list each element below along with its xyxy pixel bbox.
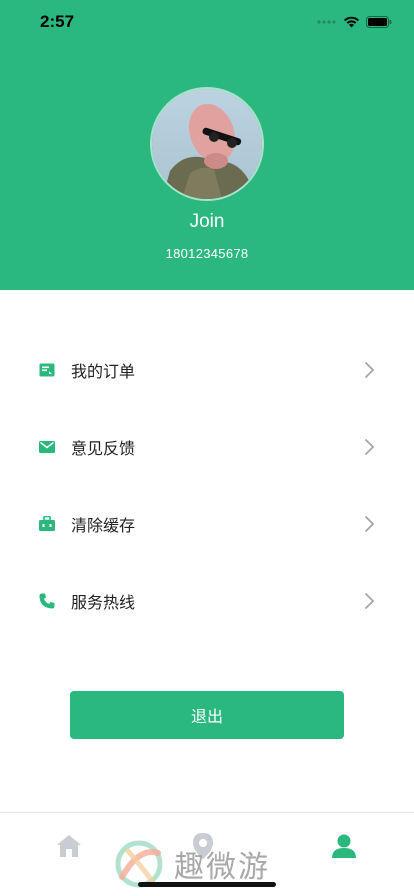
- phone-number: 18012345678: [165, 246, 249, 261]
- chevron-right-icon: [365, 592, 375, 609]
- status-time: 2:57: [40, 12, 75, 31]
- avatar-image: [152, 89, 262, 199]
- mail-icon: [38, 438, 56, 456]
- logout-button[interactable]: 退出: [70, 691, 344, 739]
- signal-icon: [317, 20, 336, 24]
- wifi-icon: [344, 16, 359, 28]
- menu-label: 清除缓存: [71, 515, 136, 535]
- home-indicator: [138, 882, 276, 887]
- tab-profile[interactable]: [329, 831, 359, 861]
- receipt-icon: [38, 361, 56, 379]
- menu-label: 我的订单: [71, 361, 136, 381]
- avatar[interactable]: [150, 87, 264, 201]
- tab-home[interactable]: [54, 831, 84, 861]
- profile-header: 2:57 Join 18012345678: [0, 0, 414, 290]
- user-icon: [332, 834, 356, 858]
- status-bar: 2:57: [0, 0, 414, 44]
- home-icon: [57, 835, 81, 857]
- status-icons: [317, 15, 392, 29]
- menu-item-feedback[interactable]: 意见反馈: [0, 408, 414, 485]
- watermark-text: 趣微游: [174, 850, 270, 885]
- menu-item-clear-cache[interactable]: 清除缓存: [0, 485, 414, 562]
- username: Join: [189, 211, 225, 232]
- menu-label: 服务热线: [71, 592, 136, 612]
- chevron-right-icon: [365, 515, 375, 532]
- menu-item-orders[interactable]: 我的订单: [0, 331, 414, 408]
- chevron-right-icon: [365, 438, 375, 455]
- battery-icon: [366, 16, 392, 28]
- briefcase-icon: [38, 515, 56, 533]
- menu-item-hotline[interactable]: 服务热线: [0, 562, 414, 639]
- menu-label: 意见反馈: [71, 438, 136, 458]
- phone-icon: [38, 592, 56, 610]
- chevron-right-icon: [365, 361, 375, 378]
